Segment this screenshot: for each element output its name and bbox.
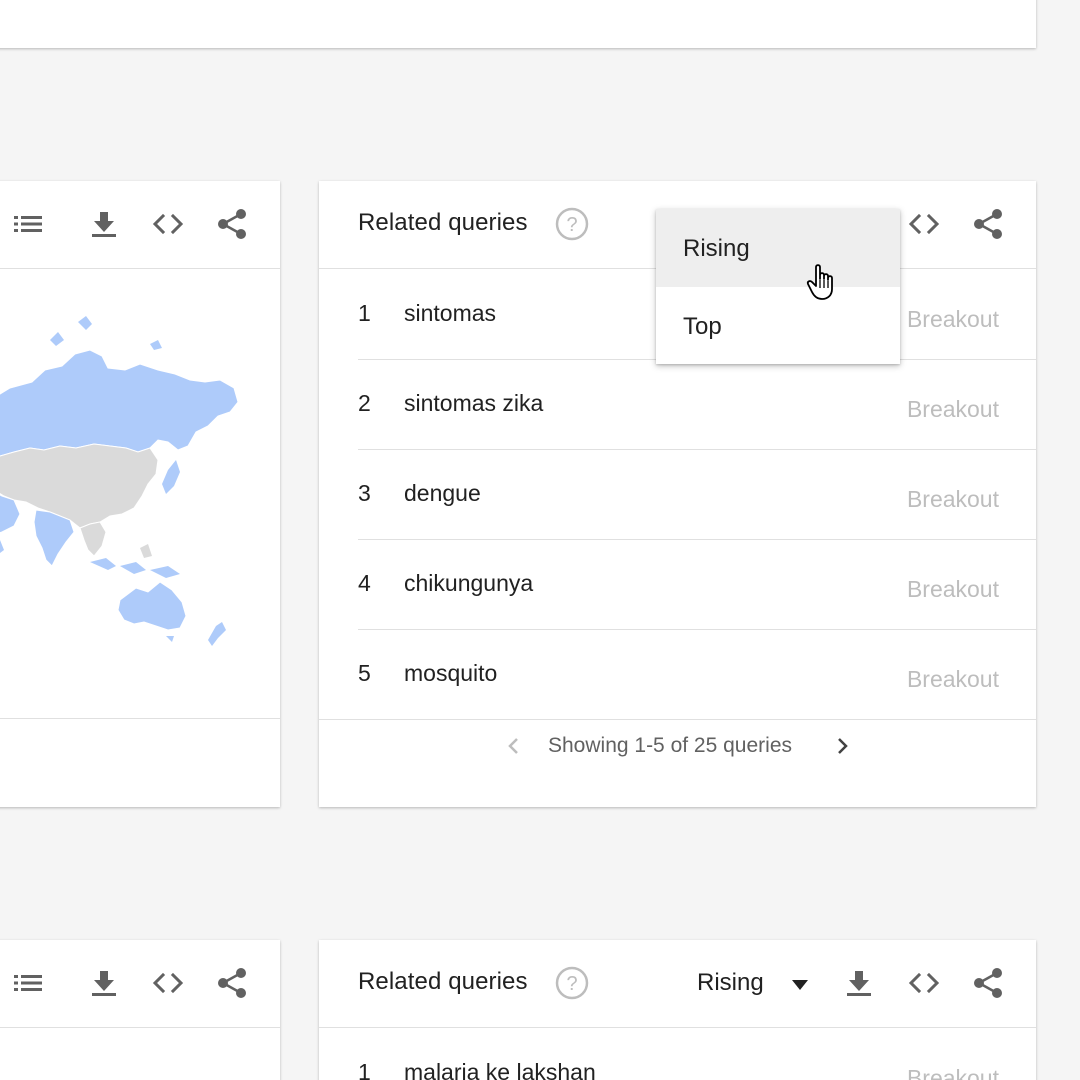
query-row[interactable]: 5 mosquito Breakout	[319, 630, 1036, 720]
top-card	[0, 0, 1036, 48]
query-rank: 3	[358, 480, 371, 506]
list-icon[interactable]	[10, 206, 46, 242]
chevron-right-icon[interactable]	[829, 733, 855, 759]
share-icon[interactable]	[214, 965, 250, 1001]
query-rank: 4	[358, 570, 371, 596]
query-row[interactable]: 4 chikungunya Breakout	[319, 540, 1036, 630]
menu-option-label: Top	[683, 313, 722, 340]
query-value: Breakout	[906, 1065, 999, 1080]
query-text[interactable]: sintomas	[404, 300, 496, 327]
query-row[interactable]: 3 dengue Breakout	[319, 450, 1036, 540]
world-map[interactable]	[0, 270, 280, 718]
card-header	[0, 940, 280, 1028]
hand-cursor-icon	[806, 263, 842, 308]
query-text[interactable]: chikungunya	[404, 570, 533, 597]
query-rank: 5	[358, 660, 371, 686]
interest-by-region-card	[0, 940, 280, 1080]
query-value: Breakout	[906, 666, 999, 692]
download-icon[interactable]	[841, 965, 877, 1001]
query-row[interactable]: 1 malaria ke lakshan Breakout	[319, 1029, 1036, 1080]
rising-top-menu: Rising Top	[656, 209, 900, 364]
map-region-asia	[0, 443, 159, 529]
query-value: Breakout	[906, 396, 999, 422]
query-value: Breakout	[906, 306, 999, 332]
map-region-australia	[117, 581, 187, 631]
card-header: Related queries ? Rising	[319, 940, 1036, 1028]
embed-code-icon[interactable]	[906, 965, 942, 1001]
rising-top-dropdown[interactable]: Rising	[697, 969, 764, 997]
card-title: Related queries	[358, 209, 528, 236]
query-text[interactable]: malaria ke lakshan	[404, 1059, 596, 1080]
map-region-russia	[0, 349, 239, 457]
download-icon[interactable]	[86, 206, 122, 242]
embed-code-icon[interactable]	[906, 206, 942, 242]
share-icon[interactable]	[214, 206, 250, 242]
query-list: 1 malaria ke lakshan Breakout	[319, 1029, 1036, 1080]
query-text[interactable]: mosquito	[404, 660, 497, 687]
svg-text:?: ?	[566, 973, 577, 995]
list-icon[interactable]	[10, 965, 46, 1001]
share-icon[interactable]	[970, 965, 1006, 1001]
share-icon[interactable]	[970, 206, 1006, 242]
interest-by-region-card	[0, 181, 280, 807]
caret-down-icon[interactable]	[791, 978, 809, 996]
query-row[interactable]: 2 sintomas zika Breakout	[319, 360, 1036, 450]
query-rank: 2	[358, 390, 371, 416]
card-title: Related queries	[358, 968, 528, 995]
help-icon[interactable]: ?	[555, 207, 589, 241]
query-rank: 1	[358, 1059, 371, 1080]
svg-text:?: ?	[566, 214, 577, 236]
query-rank: 1	[358, 300, 371, 326]
card-divider	[0, 718, 280, 719]
query-value: Breakout	[906, 576, 999, 602]
help-icon[interactable]: ?	[555, 966, 589, 1000]
menu-option-rising[interactable]: Rising	[656, 209, 900, 287]
embed-code-icon[interactable]	[150, 206, 186, 242]
menu-option-top[interactable]: Top	[656, 287, 900, 365]
query-text[interactable]: dengue	[404, 480, 481, 507]
menu-option-label: Rising	[683, 235, 750, 262]
embed-code-icon[interactable]	[150, 965, 186, 1001]
query-text[interactable]: sintomas zika	[404, 390, 543, 417]
related-queries-card: Related queries ? Rising 1 malaria ke la…	[319, 940, 1036, 1080]
chevron-left-icon[interactable]	[501, 733, 527, 759]
card-header	[0, 181, 280, 269]
pagination-label: Showing 1-5 of 25 queries	[548, 734, 792, 757]
pagination: Showing 1-5 of 25 queries	[319, 718, 1036, 807]
query-value: Breakout	[906, 486, 999, 512]
download-icon[interactable]	[86, 965, 122, 1001]
